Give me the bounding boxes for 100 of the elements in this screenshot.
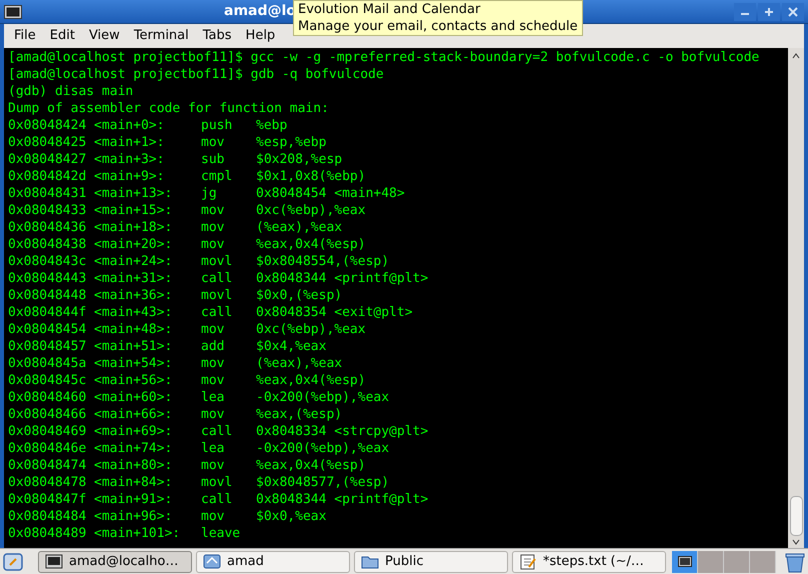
asm-address: 0x0804845c <box>8 372 88 389</box>
asm-operands: %esp,%ebp <box>256 134 326 151</box>
asm-instruction: jg <box>201 185 218 202</box>
asm-operands: -0x200(%ebp),%eax <box>256 440 390 457</box>
asm-offset: <main+96>: <box>94 508 174 525</box>
maximize-button[interactable] <box>758 2 780 20</box>
asm-address: 0x08048478 <box>8 474 88 491</box>
asm-address: 0x0804842d <box>8 168 88 185</box>
scroll-thumb[interactable] <box>790 496 802 536</box>
close-button[interactable] <box>782 2 804 20</box>
terminal-icon <box>45 552 63 570</box>
asm-offset: <main+51>: <box>94 338 174 355</box>
asm-address: 0x08048489 <box>8 525 88 542</box>
asm-operands: 0x8048354 <exit@plt> <box>256 304 413 321</box>
asm-address: 0x08048466 <box>8 406 88 423</box>
asm-operands: 0x8048344 <printf@plt> <box>256 491 428 508</box>
asm-instruction: sub <box>201 151 226 168</box>
minimize-icon <box>741 13 749 15</box>
asm-operands: 0xc(%ebp),%eax <box>256 202 366 219</box>
terminal-icon <box>4 4 22 18</box>
asm-instruction: mov <box>201 457 226 474</box>
asm-offset: <main+24>: <box>94 253 174 270</box>
asm-operands: 0x8048454 <main+48> <box>256 185 405 202</box>
asm-operands: 0x8048334 <strcpy@plt> <box>256 423 428 440</box>
asm-instruction: mov <box>201 236 226 253</box>
asm-offset: <main+56>: <box>94 372 174 389</box>
asm-offset: <main+48>: <box>94 321 174 338</box>
asm-instruction: lea <box>201 440 226 457</box>
menu-item[interactable]: File <box>8 25 42 47</box>
taskbar-button[interactable]: amad@localho… <box>38 550 192 572</box>
asm-operands: %eax,(%esp) <box>256 406 342 423</box>
asm-address: 0x08048433 <box>8 202 88 219</box>
workspace-cell[interactable] <box>724 550 750 572</box>
minimize-button[interactable] <box>734 2 756 20</box>
tooltip: Evolution Mail and Calendar Manage your email, contacts and schedule <box>293 0 583 36</box>
asm-offset: <main+43>: <box>94 304 174 321</box>
asm-address: 0x0804846e <box>8 440 88 457</box>
asm-offset: <main+91>: <box>94 491 174 508</box>
taskbar-button[interactable]: *steps.txt (~/… <box>512 550 666 572</box>
menu-item[interactable]: Terminal <box>128 25 195 47</box>
asm-address: 0x08048431 <box>8 185 88 202</box>
asm-offset: <main+84>: <box>94 474 174 491</box>
menu-item[interactable]: Tabs <box>196 25 238 47</box>
asm-offset: <main+66>: <box>94 406 174 423</box>
asm-address: 0x0804843c <box>8 253 88 270</box>
taskbar-button[interactable]: amad <box>196 550 350 572</box>
asm-address: 0x08048454 <box>8 321 88 338</box>
asm-instruction: mov <box>201 508 226 525</box>
asm-address: 0x08048469 <box>8 423 88 440</box>
trash-icon[interactable] <box>784 550 806 572</box>
terminal-line: (gdb) disas main <box>8 83 134 100</box>
menu-item[interactable]: View <box>82 25 126 47</box>
asm-instruction: mov <box>201 355 226 372</box>
asm-offset: <main+101>: <box>94 525 182 542</box>
asm-offset: <main+60>: <box>94 389 174 406</box>
maximize-icon <box>764 6 774 16</box>
asm-instruction: cmpl <box>201 168 234 185</box>
asm-operands: $0x208,%esp <box>256 151 342 168</box>
asm-instruction: call <box>201 491 234 508</box>
asm-instruction: call <box>201 304 234 321</box>
workspace-cell[interactable] <box>698 550 724 572</box>
asm-address: 0x08048484 <box>8 508 88 525</box>
home-folder-icon <box>203 552 221 570</box>
asm-operands: $0x4,%eax <box>256 338 326 355</box>
asm-instruction: movl <box>201 287 234 304</box>
scrollbar[interactable] <box>788 48 804 548</box>
asm-operands: $0x8048554,(%esp) <box>256 253 390 270</box>
asm-offset: <main+36>: <box>94 287 174 304</box>
close-icon <box>788 6 798 16</box>
asm-instruction: mov <box>201 202 226 219</box>
terminal-line: Dump of assembler code for function main: <box>8 100 330 117</box>
asm-address: 0x08048425 <box>8 134 88 151</box>
asm-instruction: mov <box>201 406 226 423</box>
asm-operands: $0x8048577,(%esp) <box>256 474 390 491</box>
asm-operands: 0xc(%ebp),%eax <box>256 321 366 338</box>
asm-instruction: leave <box>201 525 242 542</box>
menu-item[interactable]: Help <box>240 25 282 47</box>
asm-instruction: push <box>201 117 234 134</box>
asm-offset: <main+74>: <box>94 440 174 457</box>
asm-offset: <main+80>: <box>94 457 174 474</box>
asm-instruction: mov <box>201 321 226 338</box>
asm-instruction: mov <box>201 219 226 236</box>
taskbar-button[interactable]: Public <box>354 550 508 572</box>
menu-item[interactable]: Edit <box>44 25 81 47</box>
asm-operands: $0x0,%eax <box>256 508 326 525</box>
asm-offset: <main+54>: <box>94 355 174 372</box>
show-desktop-icon[interactable] <box>2 552 24 572</box>
asm-offset: <main+13>: <box>94 185 174 202</box>
asm-instruction: mov <box>201 372 226 389</box>
asm-address: 0x08048448 <box>8 287 88 304</box>
asm-instruction: call <box>201 270 234 287</box>
asm-instruction: add <box>201 338 226 355</box>
workspace-cell[interactable] <box>750 550 776 572</box>
asm-address: 0x08048457 <box>8 338 88 355</box>
asm-operands: (%eax),%eax <box>256 355 342 372</box>
asm-address: 0x08048460 <box>8 389 88 406</box>
asm-address: 0x08048474 <box>8 457 88 474</box>
asm-address: 0x0804845a <box>8 355 88 372</box>
workspace-cell[interactable] <box>672 550 698 572</box>
asm-address: 0x08048436 <box>8 219 88 236</box>
